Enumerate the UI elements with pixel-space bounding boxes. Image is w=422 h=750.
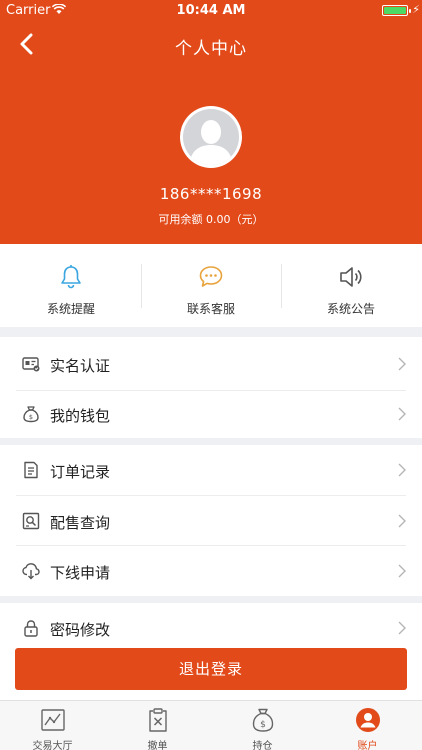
menu-item-label: 下线申请	[50, 564, 111, 582]
chart-icon	[41, 709, 65, 731]
menu-item-label: 密码修改	[50, 621, 111, 639]
phone-number: 186****1698	[159, 185, 263, 203]
profile-header: Carrier 10:44 AM ⚡ 个人中心 186****1698 可用余额…	[0, 0, 422, 244]
quick-action-label: 联系客服	[186, 302, 235, 316]
balance-text: 可用余额 0.00（元）	[158, 213, 264, 226]
chevron-right-icon	[398, 514, 406, 528]
tab-label: 账户	[357, 741, 378, 750]
chevron-right-icon	[398, 357, 406, 371]
svg-text:$: $	[260, 720, 266, 730]
cloud-download-icon	[22, 563, 40, 580]
system-reminder-button[interactable]: 系统提醒	[1, 244, 141, 327]
logout-button[interactable]: 退出登录	[15, 648, 407, 690]
tab-label: 撤单	[147, 741, 168, 750]
chevron-right-icon	[398, 463, 406, 477]
chat-bubble-icon	[199, 266, 223, 287]
charging-icon: ⚡	[412, 3, 420, 16]
document-icon	[24, 461, 38, 479]
svg-text:$: $	[29, 413, 33, 421]
money-bag-icon: $	[252, 708, 274, 732]
tab-label: 交易大厅	[32, 741, 73, 750]
lock-icon	[24, 620, 38, 637]
menu-item-order-records[interactable]: 订单记录	[0, 445, 422, 495]
quick-actions: 系统提醒 联系客服 系统公告	[0, 244, 422, 327]
bell-icon	[61, 265, 81, 289]
tab-account[interactable]: 账户	[315, 701, 420, 750]
menu-group-orders: 订单记录 配售查询 下线申请	[0, 445, 422, 596]
clock: 10:44 AM	[176, 3, 246, 18]
speaker-icon	[340, 267, 362, 287]
tab-cancel-order[interactable]: 撤单	[105, 701, 210, 750]
battery-icon	[382, 5, 411, 16]
avatar[interactable]	[180, 106, 242, 168]
menu-item-label: 实名认证	[50, 357, 111, 375]
user-icon	[356, 708, 380, 732]
menu-item-label: 我的钱包	[50, 407, 111, 425]
menu-item-real-name[interactable]: 实名认证	[0, 339, 422, 389]
customer-service-button[interactable]: 联系客服	[141, 244, 281, 327]
menu-item-change-password[interactable]: 密码修改	[0, 603, 422, 653]
tab-label: 持仓	[252, 741, 273, 750]
menu-item-wallet[interactable]: $ 我的钱包	[0, 389, 422, 439]
menu-item-offline-application[interactable]: 下线申请	[0, 546, 422, 596]
default-avatar-icon	[183, 109, 239, 165]
menu-item-label: 订单记录	[50, 463, 111, 481]
menu-item-label: 配售查询	[50, 514, 111, 532]
chevron-right-icon	[398, 564, 406, 578]
tab-positions[interactable]: $ 持仓	[210, 701, 315, 750]
clipboard-cancel-icon	[149, 708, 167, 732]
menu-item-allotment-query[interactable]: 配售查询	[0, 496, 422, 546]
chevron-right-icon	[398, 407, 406, 421]
system-announcement-button[interactable]: 系统公告	[281, 244, 421, 327]
quick-action-label: 系统提醒	[46, 302, 95, 316]
page-title: 个人中心	[175, 39, 247, 59]
tab-bar: 交易大厅 撤单 $ 持仓 账户	[0, 700, 422, 750]
nav-bar: 个人中心	[0, 22, 422, 66]
quick-action-label: 系统公告	[326, 302, 375, 316]
search-list-icon	[22, 512, 40, 530]
status-bar: Carrier 10:44 AM ⚡	[0, 0, 422, 22]
id-card-icon	[22, 357, 40, 372]
chevron-right-icon	[398, 621, 406, 635]
wallet-icon: $	[23, 406, 39, 423]
menu-group-identity: 实名认证 $ 我的钱包	[0, 337, 422, 438]
tab-trading-hall[interactable]: 交易大厅	[0, 701, 105, 750]
